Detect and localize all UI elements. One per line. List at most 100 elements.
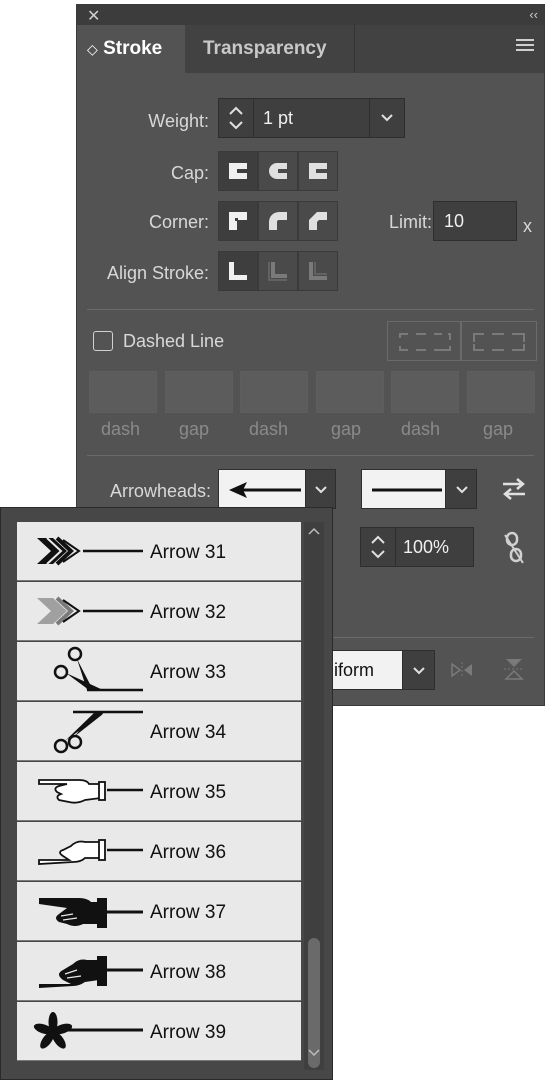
line-none-icon bbox=[372, 488, 442, 492]
scissors-open-icon bbox=[53, 646, 143, 692]
close-icon[interactable]: ✕ bbox=[87, 6, 100, 26]
cap-label: Cap: bbox=[170, 163, 209, 183]
weight-stepper[interactable] bbox=[219, 99, 254, 137]
align-center-icon bbox=[229, 262, 247, 280]
arrowhead-dropdown-list: Arrow 31 Arrow 32 Arrow 33 Arrow 34 Arro… bbox=[0, 507, 333, 1080]
dash-align-button[interactable] bbox=[461, 321, 537, 361]
miter-join-icon bbox=[229, 212, 247, 230]
panel-menu-icon[interactable] bbox=[516, 39, 534, 53]
list-item-label: Arrow 39 bbox=[150, 1022, 227, 1043]
swap-arrowheads-icon[interactable] bbox=[501, 477, 527, 501]
chevron-down-icon bbox=[413, 667, 425, 675]
round-join-button[interactable] bbox=[258, 201, 298, 241]
limit-suffix: x bbox=[523, 216, 532, 236]
chevron-fletching-arrow-icon bbox=[37, 536, 143, 566]
dash-preserve-icon bbox=[399, 333, 451, 351]
dash-label-1: dash bbox=[101, 419, 141, 439]
flip-vertical-icon[interactable] bbox=[502, 657, 526, 681]
arrow-left-icon bbox=[229, 482, 301, 498]
chevron-down-icon bbox=[315, 486, 327, 494]
gap-field-2[interactable] bbox=[316, 371, 384, 413]
projecting-cap-button[interactable] bbox=[298, 151, 338, 191]
dash-preserve-button[interactable] bbox=[387, 321, 461, 361]
bevel-join-button[interactable] bbox=[298, 201, 338, 241]
pointing-hand-filled-icon bbox=[39, 898, 143, 928]
asterisk-line-icon bbox=[33, 1012, 143, 1049]
round-join-icon bbox=[269, 212, 287, 230]
chevron-down-icon bbox=[381, 114, 393, 122]
list-item[interactable]: Arrow 32 bbox=[17, 582, 301, 641]
divider bbox=[87, 455, 534, 456]
list-item-label: Arrow 32 bbox=[150, 602, 227, 623]
list-item[interactable]: Arrow 33 bbox=[17, 642, 301, 701]
scale-value: 100% bbox=[403, 537, 450, 557]
collapse-icon[interactable]: ‹‹ bbox=[529, 7, 538, 22]
list-item-label: Arrow 33 bbox=[150, 662, 227, 683]
dash-align-icon bbox=[473, 333, 525, 351]
stepper-arrows-icon bbox=[371, 535, 385, 559]
dash-field-2[interactable] bbox=[240, 371, 308, 413]
scissors-closed-icon bbox=[53, 710, 143, 754]
tab-transparency[interactable]: Transparency bbox=[185, 25, 355, 73]
list-item[interactable]: Arrow 35 bbox=[17, 762, 301, 821]
list-item[interactable]: Arrow 31 bbox=[17, 522, 301, 581]
list-item[interactable]: Arrow 39 bbox=[17, 1002, 301, 1061]
dashed-line-label: Dashed Line bbox=[123, 331, 225, 351]
butt-cap-button[interactable] bbox=[218, 151, 258, 191]
align-center-button[interactable] bbox=[218, 251, 258, 291]
arrowheads-label: Arrowheads: bbox=[109, 481, 211, 501]
corner-label: Corner: bbox=[148, 212, 209, 232]
list-item-label: Arrow 38 bbox=[150, 962, 227, 983]
list-item-label: Arrow 37 bbox=[150, 902, 227, 923]
pointing-hand-outline-alt-icon bbox=[38, 839, 143, 865]
round-cap-icon bbox=[269, 163, 287, 179]
gray-fletching-arrow-icon bbox=[37, 596, 143, 626]
align-inside-icon bbox=[268, 262, 287, 281]
list-item[interactable]: Arrow 37 bbox=[17, 882, 301, 941]
stepper-arrows-icon bbox=[229, 106, 243, 130]
tab-bar: ◇ Stroke Transparency bbox=[77, 25, 544, 73]
flip-horizontal-icon[interactable] bbox=[450, 660, 474, 680]
limit-value: 10 bbox=[444, 211, 465, 231]
dash-field-3[interactable] bbox=[391, 371, 459, 413]
weight-dropdown-button[interactable] bbox=[369, 99, 404, 137]
list-item-label: Arrow 36 bbox=[150, 842, 227, 863]
limit-field[interactable]: 10 bbox=[433, 201, 517, 241]
list-item-label: Arrow 35 bbox=[150, 782, 227, 803]
dash-field-1[interactable] bbox=[89, 371, 157, 413]
panel-titlebar: ✕ ‹‹ bbox=[77, 5, 544, 25]
gap-field-1[interactable] bbox=[165, 371, 233, 413]
pointing-hand-filled-alt-icon bbox=[39, 956, 143, 988]
dashed-line-checkbox[interactable] bbox=[93, 331, 113, 351]
list-item-label: Arrow 31 bbox=[150, 542, 227, 563]
align-arrow-dropdown[interactable] bbox=[402, 650, 435, 690]
butt-cap-icon bbox=[229, 163, 247, 179]
list-item-label: Arrow 34 bbox=[150, 722, 227, 743]
start-arrowhead-dropdown[interactable] bbox=[305, 469, 336, 509]
gap-label-2: gap bbox=[331, 419, 362, 439]
miter-join-button[interactable] bbox=[218, 201, 258, 241]
pointing-hand-outline-icon bbox=[38, 779, 143, 804]
align-stroke-label: Align Stroke: bbox=[106, 263, 209, 283]
align-outside-button[interactable] bbox=[298, 251, 338, 291]
list-item[interactable]: Arrow 36 bbox=[17, 822, 301, 881]
dash-label-3: dash bbox=[401, 419, 441, 439]
list-item[interactable]: Arrow 34 bbox=[17, 702, 301, 761]
end-scale-field[interactable]: 100% bbox=[360, 527, 474, 567]
tab-stroke-label: Stroke bbox=[103, 38, 163, 59]
round-cap-button[interactable] bbox=[258, 151, 298, 191]
scale-stepper[interactable] bbox=[361, 528, 396, 566]
scroll-down-icon[interactable] bbox=[307, 1048, 321, 1058]
link-scale-icon[interactable] bbox=[503, 531, 525, 565]
chevron-down-icon bbox=[456, 486, 468, 494]
tab-updown-icon: ◇ bbox=[87, 41, 98, 57]
tab-stroke[interactable]: ◇ Stroke bbox=[77, 25, 185, 73]
weight-field[interactable]: 1 pt bbox=[218, 98, 405, 138]
gap-label-3: gap bbox=[483, 419, 514, 439]
gap-field-3[interactable] bbox=[467, 371, 535, 413]
list-item[interactable]: Arrow 38 bbox=[17, 942, 301, 1001]
align-inside-button[interactable] bbox=[258, 251, 298, 291]
end-arrowhead-dropdown[interactable] bbox=[445, 469, 477, 509]
bevel-join-icon bbox=[309, 212, 327, 230]
scroll-up-icon[interactable] bbox=[307, 526, 321, 536]
